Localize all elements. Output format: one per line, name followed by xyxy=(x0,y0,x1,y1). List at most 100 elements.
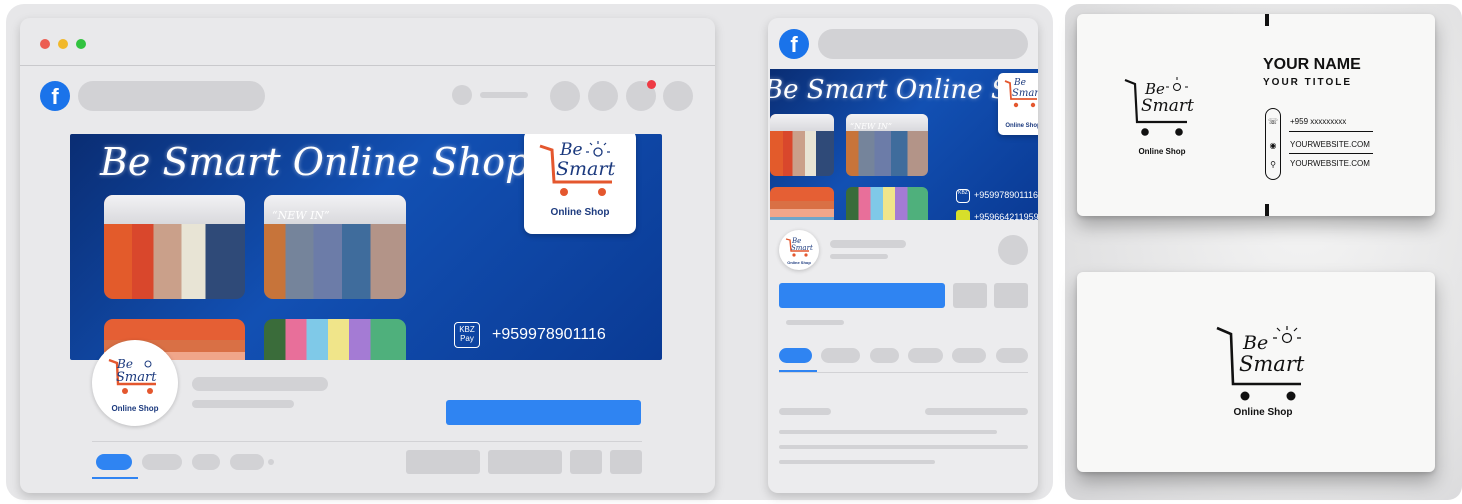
nav-line-placeholder xyxy=(480,92,528,98)
mobile-search-bar-placeholder[interactable] xyxy=(818,29,1028,59)
mobile-new-in-label: “NEW IN” xyxy=(850,122,892,131)
action-box-2[interactable] xyxy=(488,450,562,474)
maximize-dot[interactable] xyxy=(76,39,86,49)
mobile-more-button[interactable] xyxy=(998,235,1028,265)
page-meta-placeholder xyxy=(192,400,294,408)
cover-title: Be Smart Online Shop xyxy=(100,140,530,184)
action-box-1[interactable] xyxy=(406,450,480,474)
mobile-page-avatar[interactable]: Be Smart Online Shop xyxy=(779,230,819,270)
tab-more-dot[interactable] xyxy=(268,459,274,465)
mobile-primary-button[interactable] xyxy=(779,283,945,308)
mockup-stage: f Be Smart Online Shop “NEW IN” Be Smart… xyxy=(0,0,1462,504)
viber-icon xyxy=(956,210,970,220)
nav-button-placeholder-1[interactable] xyxy=(550,81,580,111)
mobile-tab-5[interactable] xyxy=(952,348,986,363)
card-website-2: YOURWEBSITE.COM xyxy=(1290,159,1370,168)
mobile-avatar-smart: Smart xyxy=(791,244,813,252)
mobile-section-link-placeholder xyxy=(925,408,1028,415)
mobile-tab-3[interactable] xyxy=(870,348,899,363)
card-back-logo-be: Be xyxy=(1243,332,1269,354)
mobile-logo-smart: Smart xyxy=(1012,88,1038,99)
titlebar-divider xyxy=(20,65,715,66)
card-back-logo-smart: Smart xyxy=(1239,352,1305,376)
mobile-tab-2[interactable] xyxy=(821,348,860,363)
kbzpay-icon: KBZ Pay xyxy=(454,322,480,348)
desktop-browser-mockup: f Be Smart Online Shop “NEW IN” Be Smart… xyxy=(20,18,715,493)
mobile-logo-be: Be xyxy=(1014,78,1026,88)
window-controls xyxy=(40,39,86,49)
product-photo-tshirts xyxy=(104,195,245,299)
tab-4[interactable] xyxy=(230,454,264,470)
product-photo-new-in: “NEW IN” xyxy=(264,195,406,299)
mobile-section-title-placeholder xyxy=(779,408,831,415)
tab-active[interactable] xyxy=(96,454,132,470)
mobile-action-box-2[interactable] xyxy=(994,283,1028,308)
mobile-action-box-1[interactable] xyxy=(953,283,987,308)
card-contact-divider-1 xyxy=(1289,131,1373,132)
action-box-4[interactable] xyxy=(610,450,642,474)
mobile-tabs-divider xyxy=(779,372,1028,373)
mobile-logo-tagline: Online Shop xyxy=(1005,123,1038,129)
card-name: YOUR NAME xyxy=(1263,56,1361,73)
mobile-cover-photo: Be Smart Online Shop “NEW IN” Be Smart O… xyxy=(770,69,1038,220)
logo-text-be: Be xyxy=(560,140,583,160)
page-avatar[interactable]: Be Smart Online Shop xyxy=(92,340,178,426)
logo-tagline: Online Shop xyxy=(550,207,610,218)
tab-3[interactable] xyxy=(192,454,220,470)
mobile-photo-tshirts xyxy=(770,114,834,176)
mobile-logo-card: Be Smart Online Shop xyxy=(998,73,1038,135)
globe-icon: ◉ xyxy=(1269,141,1277,150)
mobile-text-line-2 xyxy=(779,445,1028,449)
mobile-text-line-1 xyxy=(779,430,997,434)
close-dot[interactable] xyxy=(40,39,50,49)
card-job-title: YOUR TITOLE xyxy=(1263,77,1353,88)
card-front-logo-smart: Smart xyxy=(1141,96,1194,116)
action-box-3[interactable] xyxy=(570,450,602,474)
search-bar-placeholder[interactable] xyxy=(78,81,265,111)
profile-divider xyxy=(92,441,642,442)
mobile-photo-folded xyxy=(770,187,834,220)
phone-icon: ☏ xyxy=(1268,117,1279,126)
card-front-bottom-mark xyxy=(1265,204,1269,216)
nav-button-placeholder-4[interactable] xyxy=(663,81,693,111)
logo-text-smart: Smart xyxy=(556,158,616,180)
mobile-avatar-tagline: Online Shop xyxy=(787,260,811,265)
card-front-logo-be: Be xyxy=(1145,80,1165,98)
location-pin-icon: ⚲ xyxy=(1270,160,1276,169)
cover-logo-card: Be Smart Online Shop xyxy=(524,134,636,234)
minimize-dot[interactable] xyxy=(58,39,68,49)
avatar-text-smart: Smart xyxy=(116,370,157,385)
card-website-1: YOURWEBSITE.COM xyxy=(1290,140,1370,149)
card-front-top-mark xyxy=(1265,14,1269,26)
avatar-tagline: Online Shop xyxy=(111,404,159,413)
mobile-page-meta-placeholder xyxy=(830,254,888,259)
page-name-placeholder xyxy=(192,377,328,391)
mobile-tab-6[interactable] xyxy=(996,348,1028,363)
nav-button-placeholder-2[interactable] xyxy=(588,81,618,111)
tab-2[interactable] xyxy=(142,454,182,470)
notification-dot xyxy=(647,80,656,89)
business-card-panel: Be Smart Online Shop YOUR NAME YOUR TITO… xyxy=(1065,4,1462,500)
mobile-tab-4[interactable] xyxy=(908,348,943,363)
active-tab-underline xyxy=(92,477,138,479)
facebook-logo-icon[interactable]: f xyxy=(40,81,70,111)
mobile-mockup: f Be Smart Online Shop “NEW IN” Be Smart… xyxy=(768,18,1038,493)
card-phone: +959 xxxxxxxxx xyxy=(1290,117,1347,126)
avatar-text-be: Be xyxy=(117,357,133,371)
mobile-photo-colors xyxy=(846,187,928,220)
mobile-tab-active[interactable] xyxy=(779,348,812,363)
product-photo-colors xyxy=(264,319,406,360)
cover-photo: Be Smart Online Shop “NEW IN” Be Smart O… xyxy=(70,134,662,360)
card-front-tagline: Online Shop xyxy=(1138,147,1186,156)
business-card-back: Be Smart Online Shop xyxy=(1077,272,1435,472)
mobile-kbzpay-icon: KBZ xyxy=(956,189,970,203)
mobile-facebook-logo-icon[interactable]: f xyxy=(779,29,809,59)
card-contact-divider-2 xyxy=(1289,153,1373,154)
cover-phone-number: +959978901116 xyxy=(492,326,606,343)
new-in-label: “NEW IN” xyxy=(272,209,330,222)
mobile-phone-2: +959664211959 xyxy=(974,212,1038,220)
primary-action-button[interactable] xyxy=(446,400,641,425)
mobile-text-line-3 xyxy=(779,460,935,464)
nav-circle-placeholder xyxy=(452,85,472,105)
card-back-tagline: Online Shop xyxy=(1233,407,1293,418)
